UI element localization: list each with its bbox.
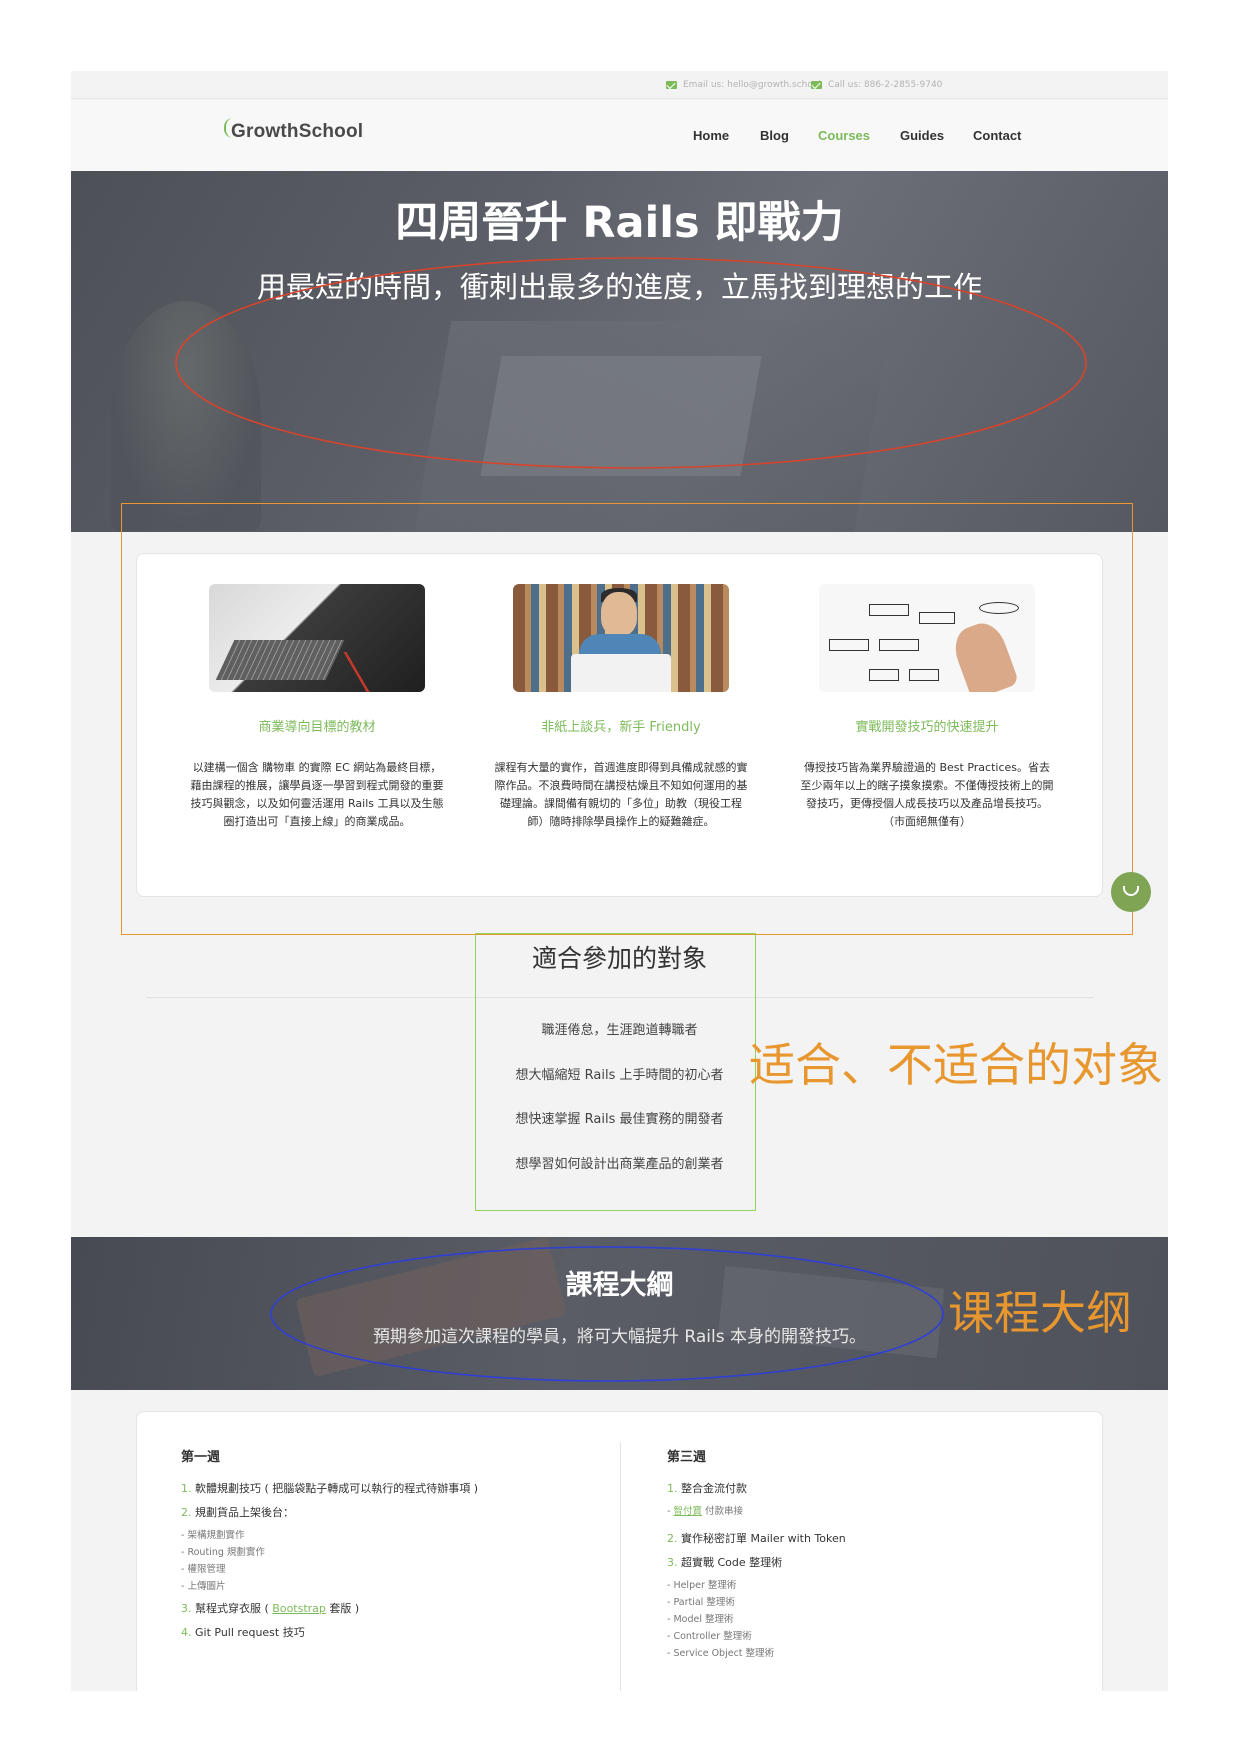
envelope-icon [811, 81, 822, 89]
syllabus-subitem: - 上傳圖片 [181, 1581, 226, 1592]
hero-title: 四周晉升 Rails 即戰力 [395, 198, 844, 248]
syllabus-item: 2. 實作秘密訂單 Mailer with Token [667, 1532, 846, 1545]
laptop-photo [209, 584, 425, 692]
feature-business: 商業導向目標的教材 以建構一個含 購物車 的實際 EC 網站為最終目標，藉由課程… [177, 584, 457, 831]
feature-body: 課程有大量的實作，首週進度即得到具備成就感的實際作品。不浪費時間在講授枯燥且不知… [494, 761, 748, 828]
hero-plant-image [111, 301, 261, 531]
syllabus-subitem: - 架構規劃實作 [181, 1530, 245, 1541]
syllabus-subitem: - Model 整理術 [667, 1614, 734, 1625]
sprout-icon [224, 118, 233, 138]
audience-item: 想快速掌握 Rails 最佳實務的開發者 [515, 1112, 724, 1127]
feature-title: 商業導向目標的教材 [258, 720, 376, 735]
email-text: Email us: hello@growth.school [683, 80, 821, 90]
audience-item: 職涯倦怠，生涯跑道轉職者 [541, 1023, 698, 1038]
section-divider [146, 997, 1094, 998]
audience-title: 適合參加的對象 [531, 944, 707, 973]
student-photo [513, 584, 729, 692]
week1-column: 第一週 1. 軟體規劃技巧 ( 把腦袋點子轉成可以執行的程式待辦事項 ) 2. … [181, 1446, 478, 1649]
feature-title: 實戰開發技巧的快速提升 [855, 720, 999, 735]
flowchart-photo [819, 584, 1035, 692]
smile-icon [1123, 886, 1139, 896]
bootstrap-link[interactable]: Bootstrap [272, 1602, 326, 1615]
phone-text: Call us: 886-2-2855-9740 [828, 80, 943, 90]
outline-subtitle: 預期參加這次課程的學員，將可大幅提升 Rails 本身的開發技巧。 [373, 1327, 866, 1347]
page: Email us: hello@growth.school Call us: 8… [71, 71, 1168, 1691]
hero-screen-image [480, 356, 762, 476]
week-title: 第一週 [181, 1450, 221, 1465]
nav-courses[interactable]: Courses [818, 128, 870, 143]
syllabus-item: 1. 整合金流付款 [667, 1482, 747, 1495]
outline-banner [71, 1237, 1168, 1390]
nav-home[interactable]: Home [693, 128, 729, 143]
syllabus-subitem: - Service Object 整理術 [667, 1648, 775, 1659]
payment-link[interactable]: 智付寶 [673, 1506, 702, 1517]
site-header: GrowthSchool Home Blog Courses Guides Co… [71, 100, 1168, 171]
week-title: 第三週 [667, 1450, 707, 1465]
syllabus-subitem: - Controller 整理術 [667, 1631, 752, 1642]
logo-text: GrowthSchool [231, 121, 364, 142]
syllabus-item: 4. Git Pull request 技巧 [181, 1626, 305, 1639]
syllabus-item: 3. 超實戰 Code 整理術 [667, 1556, 783, 1569]
top-info-bar: Email us: hello@growth.school Call us: 8… [71, 71, 1168, 99]
email-contact[interactable]: Email us: hello@growth.school [666, 80, 821, 90]
syllabus-item: 2. 規劃貨品上架後台： [181, 1506, 294, 1519]
envelope-icon [666, 81, 677, 89]
syllabus-item: 3. 幫程式穿衣服 ( Bootstrap 套版 ) [181, 1602, 360, 1615]
features-card: 商業導向目標的教材 以建構一個含 購物車 的實際 EC 網站為最終目標，藉由課程… [136, 553, 1103, 897]
audience-item: 想大幅縮短 Rails 上手時間的初心者 [515, 1068, 724, 1083]
feature-practice: 實戰開發技巧的快速提升 傳授技巧皆為業界驗證過的 Best Practices。… [787, 584, 1067, 831]
column-divider [620, 1442, 621, 1691]
nav-blog[interactable]: Blog [760, 128, 789, 143]
feature-friendly: 非紙上談兵，新手 Friendly 課程有大量的實作，首週進度即得到具備成就感的… [481, 584, 761, 831]
syllabus-subitem: - 智付寶 付款串接 [667, 1506, 743, 1517]
syllabus-card: 第一週 1. 軟體規劃技巧 ( 把腦袋點子轉成可以執行的程式待辦事項 ) 2. … [136, 1411, 1103, 1691]
nav-contact[interactable]: Contact [973, 128, 1021, 143]
hero-subtitle: 用最短的時間，衝刺出最多的進度，立馬找到理想的工作 [256, 270, 982, 304]
syllabus-subitem: - 權限管理 [181, 1564, 226, 1575]
week3-column: 第三週 1. 整合金流付款 - 智付寶 付款串接 2. 實作秘密訂單 Maile… [667, 1446, 846, 1664]
feature-body: 傳授技巧皆為業界驗證過的 Best Practices。省去至少兩年以上的瞎子摸… [800, 761, 1054, 828]
chat-widget-button[interactable] [1111, 872, 1151, 912]
syllabus-subitem: - Partial 整理術 [667, 1597, 735, 1608]
syllabus-subitem: - Helper 整理術 [667, 1580, 737, 1591]
feature-body: 以建構一個含 購物車 的實際 EC 網站為最終目標，藉由課程的推展，讓學員逐一學… [190, 761, 444, 828]
phone-contact[interactable]: Call us: 886-2-2855-9740 [811, 80, 942, 90]
annotation-audience-note: 适合、不适合的对象 [749, 1038, 1163, 1092]
banner-card-image [295, 1237, 567, 1378]
syllabus-item: 1. 軟體規劃技巧 ( 把腦袋點子轉成可以執行的程式待辦事項 ) [181, 1482, 479, 1495]
nav-guides[interactable]: Guides [900, 128, 944, 143]
feature-title: 非紙上談兵，新手 Friendly [541, 720, 701, 735]
syllabus-subitem: - Routing 規劃實作 [181, 1547, 265, 1558]
logo[interactable]: GrowthSchool [224, 118, 364, 143]
outline-title: 課程大綱 [565, 1270, 674, 1301]
audience-item: 想學習如何設計出商業產品的創業者 [515, 1157, 724, 1172]
